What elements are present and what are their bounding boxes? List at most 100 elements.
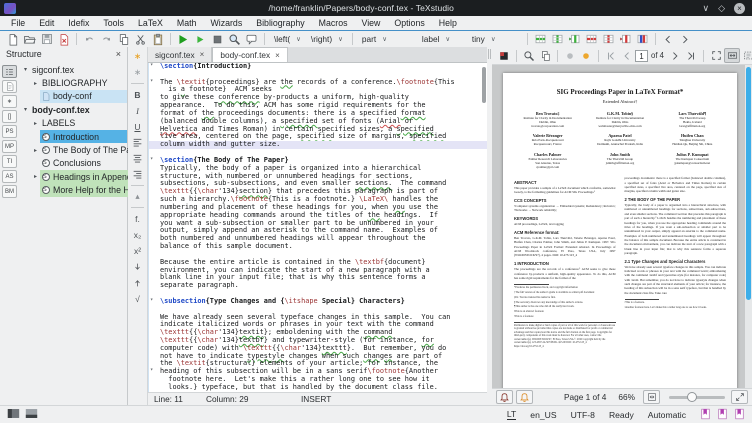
pdf-page-input[interactable]: 1	[635, 50, 648, 62]
toggle-sidepanel-button[interactable]	[7, 408, 20, 421]
font-size-combo[interactable]: tiny∨	[467, 32, 523, 46]
stop-button[interactable]	[209, 32, 226, 47]
compile-button[interactable]	[192, 32, 209, 47]
fold-marker-icon[interactable]: ▾	[150, 63, 153, 70]
menu-idefix[interactable]: Idefix	[61, 17, 96, 29]
align-center-button[interactable]	[130, 152, 145, 165]
reference-combo[interactable]: label∨	[417, 32, 467, 46]
pdf-warning-bell-button[interactable]	[516, 390, 533, 404]
tree-expander-icon[interactable]: ▸	[31, 147, 40, 154]
pdf-fullscreen-button[interactable]	[731, 390, 748, 404]
pdf-error-bell-button[interactable]	[496, 390, 513, 404]
bookmark-flag-icon-3[interactable]	[734, 408, 745, 422]
insert-mode-label[interactable]: INSERT	[301, 394, 331, 404]
table-add-column-button[interactable]	[549, 32, 566, 47]
fit-page-button[interactable]	[708, 48, 724, 63]
menu-file[interactable]: File	[4, 17, 32, 29]
log-viewer-button[interactable]	[243, 32, 260, 47]
spell-language-selector[interactable]: en_US	[530, 410, 556, 420]
editor-tab-sigconf-tex[interactable]: sigconf.tex×	[148, 47, 212, 62]
menu-latex[interactable]: LaTeX	[131, 17, 170, 29]
editor-line[interactable]: separate paragraph.	[149, 282, 487, 290]
last-page-button[interactable]	[683, 48, 699, 63]
sidepanel-tab-tikz[interactable]: TI	[2, 155, 17, 168]
first-page-button[interactable]	[603, 48, 619, 63]
sidepanel-tab-beamer[interactable]: BM	[2, 185, 17, 198]
editor-scrollbar[interactable]	[482, 67, 486, 103]
fold-marker-icon[interactable]: ▾	[150, 367, 153, 375]
minimize-button[interactable]: ∨	[702, 4, 709, 13]
structure-item-the-body-of-the-paper[interactable]: ▸SThe Body of The Paper	[19, 143, 127, 156]
editor-line[interactable]: ▾\section{Introduction}	[149, 63, 487, 71]
copy-button[interactable]	[115, 32, 132, 47]
fold-marker-icon[interactable]: ▾	[150, 78, 153, 86]
pdf-copy-button[interactable]	[537, 48, 553, 63]
structure-item-body-conf[interactable]: body-conf	[19, 90, 127, 103]
menu-edit[interactable]: Edit	[32, 17, 61, 29]
go-previous-button[interactable]	[660, 32, 677, 47]
table-cut-column-button[interactable]	[617, 32, 634, 47]
new-document-button[interactable]	[4, 32, 21, 47]
paste-button[interactable]	[149, 32, 166, 47]
sectioning-combo[interactable]: part∨	[357, 32, 417, 46]
tree-expander-icon[interactable]: ▸	[31, 173, 40, 180]
bookmark-flag-icon-2[interactable]	[717, 408, 728, 422]
insert-symbol-button[interactable]: ∗	[130, 66, 145, 79]
redo-button[interactable]	[98, 32, 115, 47]
fit-width-button[interactable]	[724, 48, 740, 63]
sidepanel-tab-asymptote[interactable]: AS	[2, 170, 17, 183]
table-align-column-button[interactable]	[634, 32, 651, 47]
structure-item-body-conf-tex[interactable]: ▾body-conf.tex	[19, 103, 127, 116]
sync-source-button[interactable]	[562, 48, 578, 63]
sidepanel-tab-brackets[interactable]: []	[2, 110, 17, 123]
editor-tab-body-conf-tex[interactable]: body-conf.tex×	[212, 47, 287, 62]
editor-line[interactable]: balance of this sample document.	[149, 243, 487, 251]
arrow-up-button[interactable]	[130, 276, 145, 289]
sidepanel-tab-bookmarks[interactable]	[2, 80, 17, 93]
encoding-selector[interactable]: UTF-8	[571, 410, 595, 420]
pdf-refresh-button[interactable]	[496, 48, 512, 63]
prev-page-button[interactable]	[619, 48, 635, 63]
build-view-button[interactable]	[175, 32, 192, 47]
close-document-button[interactable]	[55, 32, 72, 47]
menu-help[interactable]: Help	[432, 17, 464, 29]
align-right-button[interactable]	[130, 168, 145, 181]
structure-item-headings-in-appendices[interactable]: ▸SHeadings in Appendices	[19, 170, 127, 183]
underline-button[interactable]: U	[130, 120, 145, 133]
undo-button[interactable]	[81, 32, 98, 47]
fraction-button[interactable]: f.	[130, 212, 145, 225]
tree-expander-icon[interactable]: ▾	[21, 106, 30, 113]
view-find-button[interactable]	[226, 32, 243, 47]
bold-button[interactable]: B	[130, 88, 145, 101]
menu-tools[interactable]: Tools	[96, 17, 131, 29]
sidepanel-tab-symbols[interactable]: ∗	[2, 95, 17, 108]
cut-button[interactable]	[132, 32, 149, 47]
pdf-page[interactable]: SIG Proceedings Paper in LaTeX Format* E…	[503, 73, 737, 388]
tree-expander-icon[interactable]: ▾	[21, 66, 30, 73]
table-paste-column-button[interactable]	[566, 32, 583, 47]
editor-code-area[interactable]: ▾\section{Introduction}▾The \textit{proc…	[148, 63, 487, 392]
triangle-up-button[interactable]: ▴	[130, 190, 145, 203]
next-page-button[interactable]	[667, 48, 683, 63]
editor-line[interactable]: column width and gutter size.	[149, 141, 487, 149]
editor-line[interactable]: ▾\subsection{Type Changes and {\itshape …	[149, 298, 487, 306]
tree-expander-icon[interactable]: ▸	[31, 80, 40, 87]
right-delimiter-combo[interactable]: \right)∨	[306, 32, 348, 46]
fold-marker-icon[interactable]: ▾	[150, 297, 153, 305]
pdf-scrollbar[interactable]	[745, 65, 752, 388]
sidepanel-tab-pstricks[interactable]: PS	[2, 125, 17, 138]
pdf-zoom-slider[interactable]	[669, 396, 725, 399]
tab-close-icon[interactable]: ×	[275, 51, 280, 60]
tab-close-icon[interactable]: ×	[200, 50, 205, 59]
structure-item-introduction[interactable]: SIntroduction	[19, 130, 127, 143]
sidepanel-tab-metapost[interactable]: MP	[2, 140, 17, 153]
pdf-view[interactable]: SIG Proceedings Paper in LaTeX Format* E…	[492, 65, 752, 388]
table-add-row-button[interactable]	[532, 32, 549, 47]
superscript-button[interactable]: x²	[130, 244, 145, 257]
structure-item-sigconf-tex[interactable]: ▾sigconf.tex	[19, 63, 127, 76]
pdf-find-button[interactable]	[521, 48, 537, 63]
subscript-button[interactable]: x₂	[130, 228, 145, 241]
pdf-zoom-slider-knob[interactable]	[687, 392, 697, 402]
structure-item-bibliography[interactable]: ▸BIBLIOGRAPHY	[19, 76, 127, 89]
structure-item-conclusions[interactable]: SConclusions	[19, 157, 127, 170]
